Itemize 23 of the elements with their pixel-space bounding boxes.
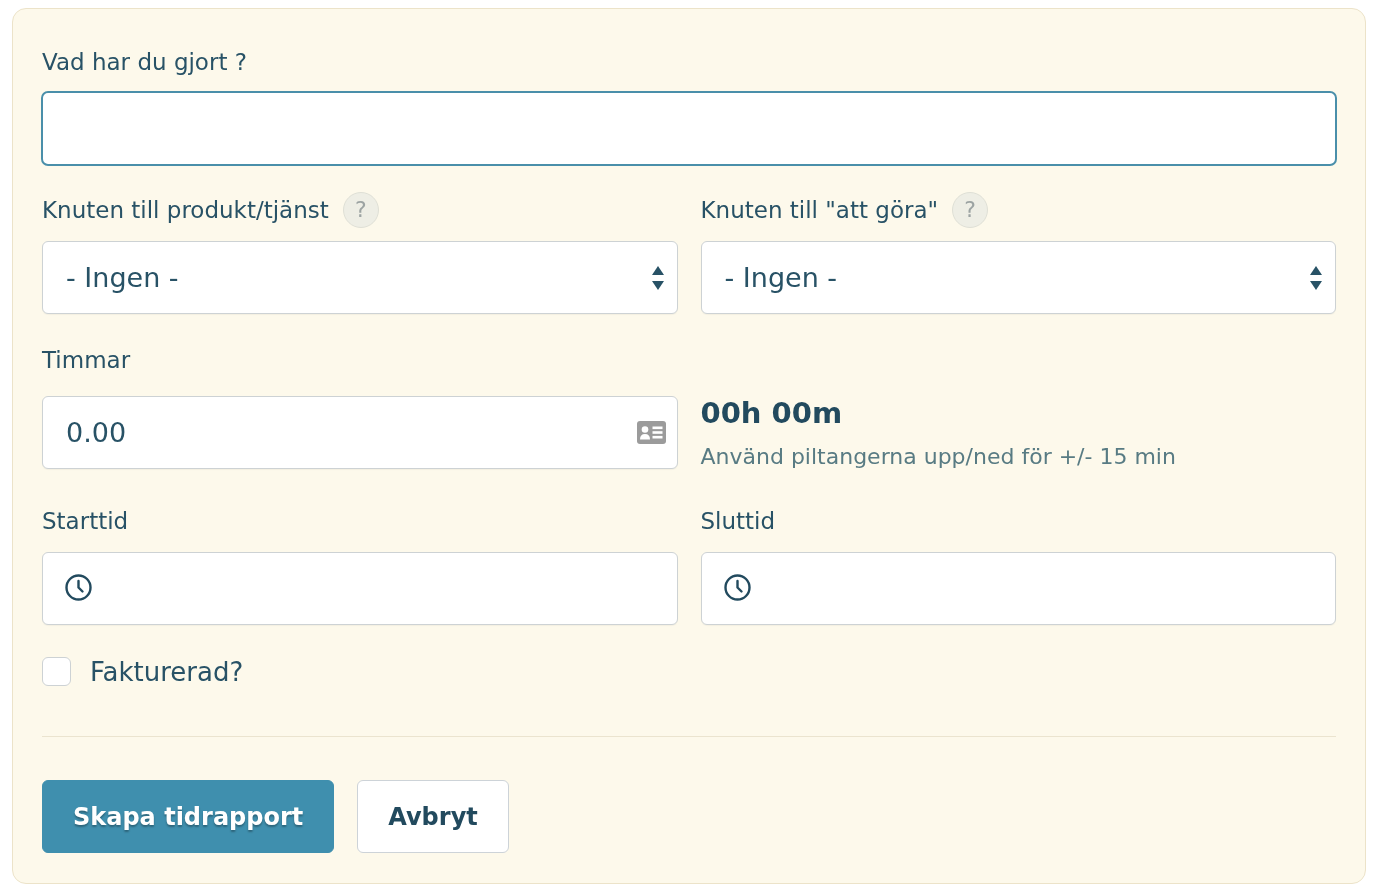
up-down-arrows-icon bbox=[1310, 265, 1322, 290]
number-field[interactable]: 0.00 bbox=[42, 396, 678, 469]
up-down-arrows-icon bbox=[651, 265, 664, 290]
clock-icon bbox=[723, 574, 751, 601]
field-label: Sluttid bbox=[700, 507, 776, 536]
select-field[interactable]: - Ingen - bbox=[700, 241, 1336, 314]
clock-icon bbox=[65, 574, 92, 601]
field-label: Knuten till "att göra" bbox=[700, 196, 939, 225]
duration-text: 00h 00m bbox=[700, 396, 843, 430]
create-button[interactable]: Skapa tidrapport bbox=[42, 780, 335, 853]
field-label: Timmar bbox=[42, 346, 131, 375]
time-field[interactable] bbox=[42, 552, 678, 625]
field-label: Knuten till produkt/tjänst bbox=[42, 196, 329, 225]
field-label: Starttid bbox=[42, 507, 129, 536]
checkbox[interactable] bbox=[42, 657, 71, 686]
input-field[interactable] bbox=[41, 91, 1337, 166]
id-card-icon bbox=[636, 421, 666, 444]
time-field[interactable] bbox=[700, 552, 1336, 625]
hint-text: Använd piltangerna upp/ned för +/- 15 min bbox=[700, 443, 1176, 471]
select-field[interactable]: - Ingen - bbox=[42, 241, 678, 314]
checkbox-label: Fakturerad? bbox=[90, 655, 244, 688]
cancel-button[interactable]: Avbryt bbox=[357, 780, 509, 853]
field-label: Vad har du gjort ? bbox=[42, 48, 247, 77]
